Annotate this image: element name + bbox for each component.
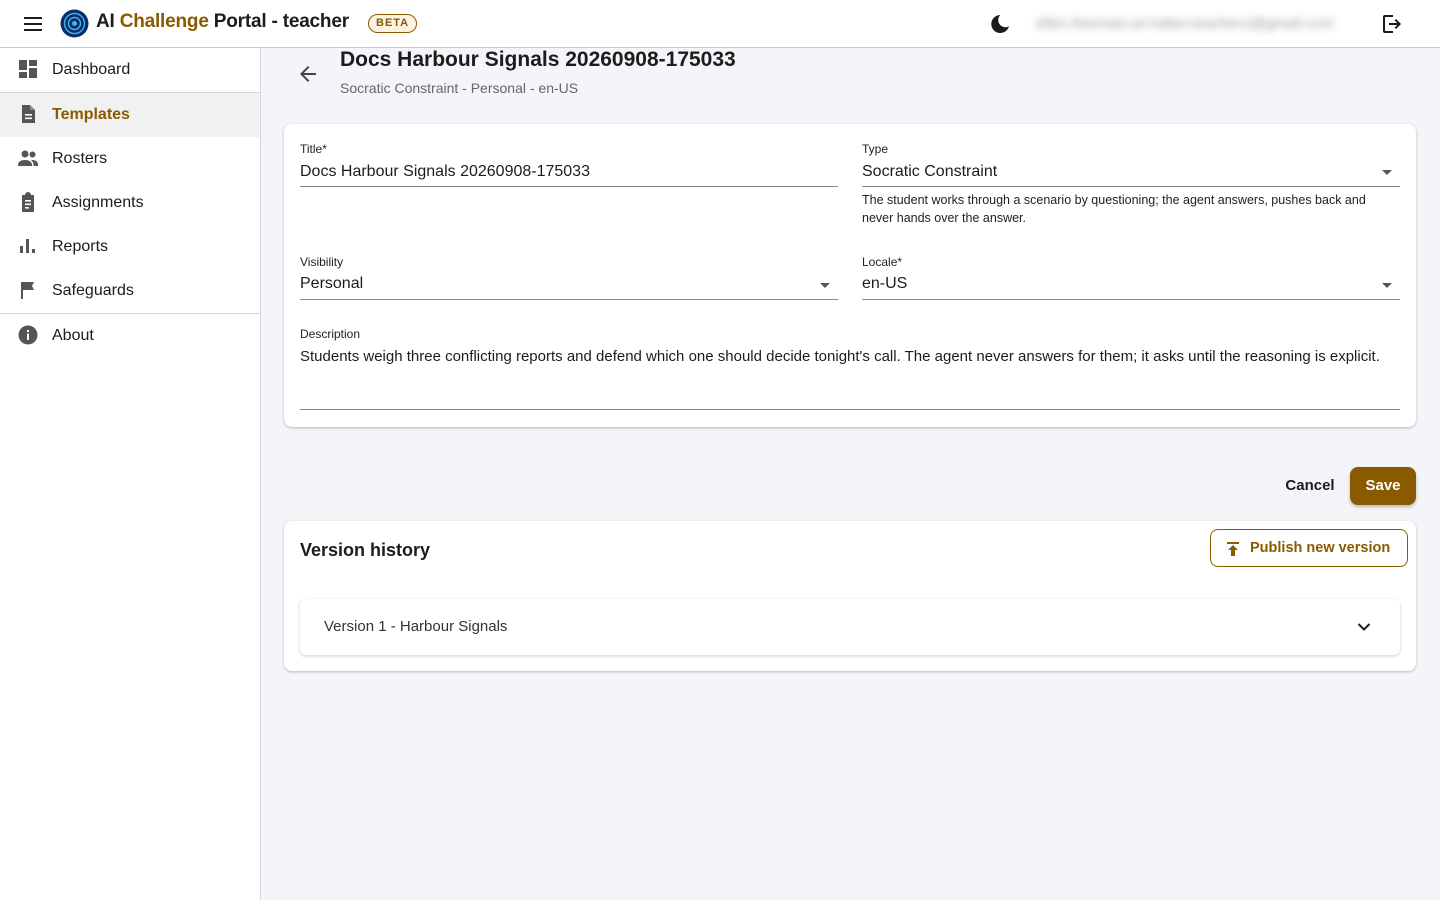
dark-mode-moon-icon[interactable] xyxy=(988,12,1012,36)
publish-new-version-button[interactable]: Publish new version xyxy=(1210,529,1408,567)
people-icon xyxy=(18,150,38,166)
sidebar-item-label: Reports xyxy=(52,238,109,255)
document-icon xyxy=(22,105,35,123)
locale-select[interactable]: en-US xyxy=(862,275,907,293)
title-input-underline xyxy=(300,186,838,187)
locale-field-label: Locale* xyxy=(862,255,903,269)
page-subtitle: Socratic Constraint - Personal - en-US xyxy=(340,80,579,96)
flag-icon xyxy=(21,282,34,299)
version-label: Version 1 - Harbour Signals xyxy=(324,618,508,635)
dashboard-icon xyxy=(19,60,37,78)
sidebar-item-label: Dashboard xyxy=(52,61,131,78)
visibility-select-underline xyxy=(300,299,838,300)
type-helper-text: The student works through a scenario by … xyxy=(862,193,1366,225)
type-select[interactable]: Socratic Constraint xyxy=(862,163,997,181)
description-field-label: Description xyxy=(300,327,361,341)
sidebar-item-assignments[interactable]: Assignments xyxy=(0,181,260,225)
cancel-button[interactable]: Cancel xyxy=(1276,472,1344,500)
sidebar-item-label: Assignments xyxy=(52,194,144,211)
page-title: Docs Harbour Signals 20260908-175033 xyxy=(340,48,736,71)
version-accordion-item[interactable]: Version 1 - Harbour Signals xyxy=(300,599,1400,655)
title-field-label: Title* xyxy=(300,142,327,156)
save-button[interactable]: Save xyxy=(1350,467,1416,505)
description-field-label-wrap: Description xyxy=(300,327,360,341)
sidebar-item-safeguards[interactable]: Safeguards xyxy=(0,269,260,313)
sidebar-item-reports[interactable]: Reports xyxy=(0,225,260,269)
visibility-dropdown-caret-icon[interactable] xyxy=(820,283,830,288)
visibility-field-label-wrap: Visibility xyxy=(300,255,343,269)
publish-upload-icon xyxy=(1227,542,1239,556)
visibility-field-label: Visibility xyxy=(300,255,344,269)
sidebar-item-about[interactable]: About xyxy=(0,314,260,358)
top-app-bar: AI Challenge Portal - teacher BETA ellen… xyxy=(0,0,1440,48)
description-textarea-underline xyxy=(300,409,1400,410)
user-email: ellen.freeman.wi-haber.teacher1@gmail.co… xyxy=(1036,15,1334,32)
app-logo-icon xyxy=(60,9,89,38)
title-field-label-wrap: Title* xyxy=(300,142,327,156)
type-select-underline xyxy=(862,186,1400,187)
type-field-label: Type xyxy=(862,142,889,156)
title-input[interactable]: Docs Harbour Signals 20260908-175033 xyxy=(300,163,590,181)
clipboard-icon xyxy=(22,192,34,212)
sidebar-item-label: Rosters xyxy=(52,150,108,167)
info-icon xyxy=(18,325,38,345)
chevron-down-icon[interactable] xyxy=(1354,617,1374,637)
sidebar-item-label: Safeguards xyxy=(52,282,134,299)
version-history-title: Version history xyxy=(300,540,431,560)
type-field-label-wrap: Type xyxy=(862,142,888,156)
back-arrow-icon[interactable] xyxy=(296,62,320,86)
sidebar-nav: Dashboard Templates Rosters Assignments … xyxy=(0,48,261,900)
logout-icon[interactable] xyxy=(1380,12,1404,36)
sidebar-item-templates[interactable]: Templates xyxy=(0,93,260,137)
locale-dropdown-caret-icon[interactable] xyxy=(1382,283,1392,288)
version-history-card: Version history Publish new version Vers… xyxy=(284,521,1416,671)
publish-button-label: Publish new version xyxy=(1250,540,1391,556)
bar-chart-icon xyxy=(20,239,35,253)
sidebar-item-dashboard[interactable]: Dashboard xyxy=(0,48,260,92)
description-textarea[interactable]: Students weigh three conflicting reports… xyxy=(300,347,1380,366)
type-dropdown-caret-icon[interactable] xyxy=(1382,170,1392,175)
sidebar-item-label: About xyxy=(52,327,94,344)
template-form-card: Title* Docs Harbour Signals 20260908-175… xyxy=(284,124,1416,427)
hamburger-menu-icon[interactable] xyxy=(24,14,46,34)
sidebar-item-rosters[interactable]: Rosters xyxy=(0,137,260,181)
sidebar-item-label: Templates xyxy=(52,106,130,123)
app-title: AI Challenge Portal - teacher xyxy=(96,11,349,32)
locale-field-label-wrap: Locale* xyxy=(862,255,902,269)
locale-select-underline xyxy=(862,299,1400,300)
beta-badge: BETA xyxy=(368,14,418,33)
visibility-select[interactable]: Personal xyxy=(300,275,363,293)
